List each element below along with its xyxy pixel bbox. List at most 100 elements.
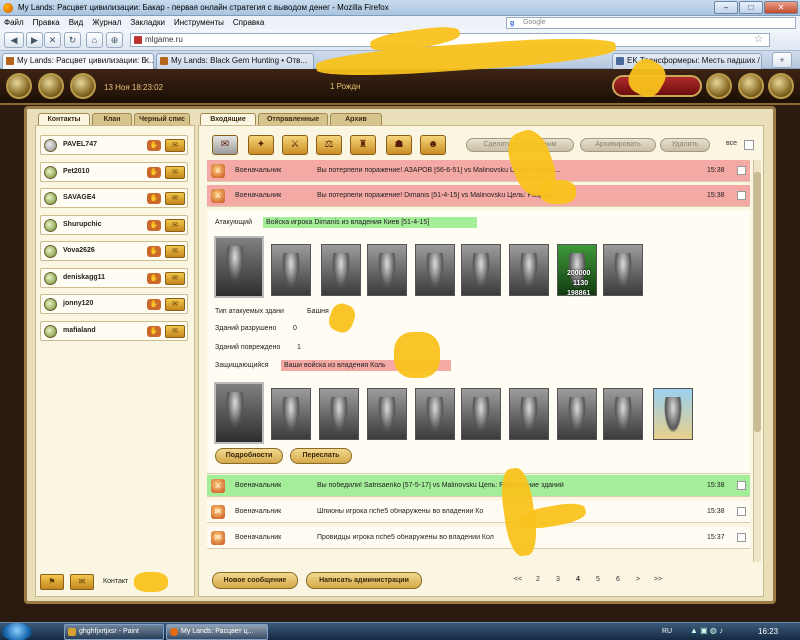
grid-icon[interactable] — [706, 73, 732, 99]
forward-message-button[interactable]: Переслать — [290, 448, 352, 464]
message-row[interactable]: ⚔ Военачальник Вы потерпели поражение! А… — [207, 160, 750, 182]
message-row[interactable]: ⚔ Военачальник Вы победили! Satrisaenko … — [207, 475, 750, 497]
unit-portrait[interactable] — [271, 388, 311, 440]
handshake-icon[interactable]: ✋ — [147, 140, 161, 151]
filter-trade-icon[interactable]: ⚖ — [316, 135, 342, 155]
home-button[interactable]: ⌂ — [86, 32, 103, 48]
message-list-scrollbar[interactable] — [753, 160, 761, 562]
handshake-icon[interactable]: ✋ — [147, 299, 161, 310]
menu-bookmarks[interactable]: Закладки — [130, 16, 165, 29]
mail-icon[interactable]: ✉ — [165, 192, 185, 205]
message-checkbox[interactable] — [737, 191, 746, 200]
unit-portrait[interactable] — [557, 388, 597, 440]
forward-button[interactable]: ▶ — [26, 32, 43, 48]
settings-icon[interactable] — [768, 73, 794, 99]
hero-portrait[interactable] — [214, 236, 264, 298]
handshake-icon[interactable]: ✋ — [147, 219, 161, 231]
message-checkbox[interactable] — [737, 533, 746, 542]
unit-portrait[interactable] — [509, 388, 549, 440]
filter-hero-icon[interactable]: ☻ — [420, 135, 446, 155]
search-box[interactable]: g Google — [506, 17, 796, 29]
page-link[interactable]: 6 — [608, 576, 628, 583]
new-tab-button[interactable]: + — [772, 52, 792, 68]
menu-help[interactable]: Справка — [233, 16, 264, 29]
add-contact-button[interactable]: ⚑ — [40, 574, 64, 590]
contact-item[interactable]: Pet2010 ✋ ✉ — [40, 161, 188, 182]
browser-tab-1[interactable]: My Lands: Расцвет цивилизации: Б... ✕ — [2, 53, 154, 70]
unit-portrait[interactable] — [415, 244, 455, 296]
tab-close-icon[interactable]: ✕ — [143, 54, 150, 68]
contact-item[interactable]: deniskagg11 ✋ ✉ — [40, 267, 188, 288]
contact-item[interactable]: mafialand ✋ ✉ — [40, 320, 188, 341]
menu-edit[interactable]: Правка — [33, 16, 60, 29]
message-checkbox[interactable] — [737, 507, 746, 516]
minimize-button[interactable]: – — [714, 1, 738, 14]
unit-portrait[interactable] — [461, 244, 501, 296]
hero-portrait[interactable] — [214, 382, 264, 444]
mail-icon[interactable]: ✉ — [165, 139, 185, 152]
unit-portrait[interactable] — [319, 388, 359, 440]
unit-portrait[interactable] — [603, 388, 643, 440]
filter-clan-icon[interactable]: ♜ — [350, 135, 376, 155]
page-link[interactable]: 4 — [568, 576, 588, 583]
message-row[interactable]: ✉ Военачальник Шпионы игрока riche5 обна… — [207, 501, 750, 523]
unit-portrait[interactable] — [603, 244, 643, 296]
back-button[interactable]: ◀ — [4, 32, 24, 48]
page-link[interactable]: 2 — [528, 576, 548, 583]
handshake-icon[interactable]: ✋ — [147, 325, 161, 337]
new-message-button[interactable]: Новое сообщение — [212, 572, 298, 589]
contact-item[interactable]: SAVAGE4 ✋ ✉ — [40, 188, 188, 208]
contact-item[interactable]: jonny120 ✋ ✉ — [40, 294, 188, 314]
language-indicator[interactable]: RU — [662, 623, 672, 640]
unit-portrait[interactable] — [271, 244, 311, 296]
mail-icon[interactable]: ✉ — [165, 324, 185, 338]
mail-icon[interactable]: ✉ — [165, 298, 185, 311]
bookmark-star-icon[interactable]: ☆ — [754, 34, 763, 46]
delete-button[interactable]: Удалить — [660, 138, 710, 152]
message-row[interactable]: ✉ Военачальник Провидцы игрока riche5 об… — [207, 527, 750, 549]
world-icon[interactable] — [6, 73, 32, 99]
handshake-icon[interactable]: ✋ — [147, 193, 161, 204]
message-subject[interactable]: Вы победили! Satrisaenko [57-5-17] vs Ma… — [317, 482, 657, 489]
castle-icon[interactable] — [38, 73, 64, 99]
mail-icon[interactable]: ✉ — [165, 165, 185, 179]
clock[interactable]: 16:23 — [758, 623, 778, 640]
addon-button[interactable]: ⊕ — [106, 32, 123, 48]
contact-mail-button[interactable]: ✉ — [70, 574, 94, 590]
details-button[interactable]: Подробности — [215, 448, 283, 464]
filter-spy-icon[interactable]: ☗ — [386, 135, 412, 155]
filter-battle-icon[interactable]: ⚔ — [282, 135, 308, 155]
reload-button[interactable]: ↻ — [64, 32, 81, 48]
close-window-button[interactable]: ✕ — [764, 1, 798, 14]
message-subject[interactable]: Вы потерпели поражение! АЗАРОВ [56-6-51]… — [317, 167, 657, 174]
stop-button[interactable]: ✕ — [44, 32, 61, 48]
menu-tools[interactable]: Инструменты — [174, 16, 224, 29]
page-link[interactable]: >> — [648, 576, 668, 583]
menu-file[interactable]: Файл — [4, 16, 24, 29]
select-all-checkbox[interactable] — [744, 140, 754, 150]
page-link[interactable]: 5 — [588, 576, 608, 583]
taskbar-item-paint[interactable]: ghghfjxrtjxsr - Paint — [64, 624, 164, 640]
mail-icon[interactable]: ✉ — [165, 271, 185, 285]
scrollbar-thumb[interactable] — [754, 172, 761, 432]
handshake-icon[interactable]: ✋ — [147, 166, 161, 178]
unit-portrait[interactable] — [321, 244, 361, 296]
all-messages-icon[interactable]: ✉ — [212, 135, 238, 155]
message-row-open[interactable]: ⚔ Военачальник Вы потерпели поражение! D… — [207, 185, 750, 207]
map-icon[interactable] — [70, 73, 96, 99]
mail-icon[interactable]: ✉ — [165, 245, 185, 258]
tray-icons[interactable]: ▲ ▣ ◍ ♪ — [690, 626, 723, 635]
page-link[interactable]: << — [508, 576, 528, 583]
taskbar-item-firefox[interactable]: My Lands: Расцвет ц... — [166, 624, 268, 640]
unit-portrait[interactable] — [653, 388, 693, 440]
filter-system-icon[interactable]: ✦ — [248, 135, 274, 155]
message-subject[interactable]: Вы потерпели поражение! Dimanis [51-4-15… — [317, 192, 657, 199]
handshake-icon[interactable]: ✋ — [147, 246, 161, 257]
contact-item[interactable]: PAVEL747 ✋ ✉ — [40, 135, 188, 155]
unit-portrait[interactable] — [367, 388, 407, 440]
menu-view[interactable]: Вид — [69, 16, 83, 29]
write-admin-button[interactable]: Написать администрации — [306, 572, 422, 589]
unit-portrait[interactable] — [509, 244, 549, 296]
menu-history[interactable]: Журнал — [92, 16, 121, 29]
unit-portrait[interactable] — [367, 244, 407, 296]
